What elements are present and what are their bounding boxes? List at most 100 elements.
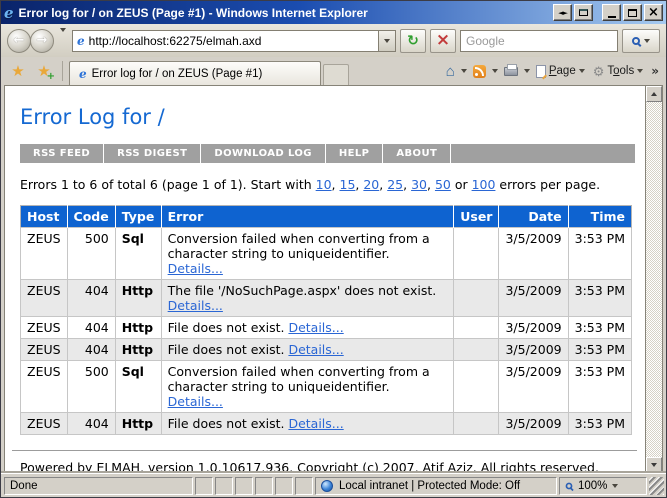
refresh-icon: ↻ (407, 32, 419, 49)
status-segment (235, 477, 253, 495)
home-icon: ⌂ (445, 62, 455, 80)
cell-code: 404 (66, 279, 116, 317)
refresh-button[interactable]: ↻ (400, 28, 426, 53)
column-header-host[interactable]: Host (20, 205, 68, 228)
details-link[interactable]: Details... (288, 416, 343, 431)
column-header-user[interactable]: User (453, 205, 500, 228)
tools-menu-button[interactable]: ⚙ Tools (591, 63, 646, 80)
navbar-item[interactable]: HELP (326, 144, 384, 163)
page-size-link[interactable]: 100 (472, 177, 496, 192)
cell-error: File does not exist. Details... (160, 412, 455, 435)
cell-host: ZEUS (20, 360, 68, 413)
scroll-down-button[interactable] (646, 457, 662, 473)
elmah-navbar: RSS FEED RSS DIGEST DOWNLOAD LOG HELP ABOUT (20, 144, 635, 163)
zoom-control[interactable]: 100% (559, 477, 647, 495)
minimize-button[interactable] (602, 4, 621, 21)
favorites-button[interactable]: ★ (6, 59, 30, 83)
separator (62, 61, 63, 81)
page-content: Error Log for / RSS FEED RSS DIGEST DOWNLO… (5, 86, 645, 473)
stop-button[interactable]: × (430, 28, 456, 53)
cell-type: Http (114, 279, 162, 317)
details-link[interactable]: Details... (288, 320, 343, 335)
table-row: ZEUS 404 Http File does not exist. Details.… (20, 412, 633, 435)
cell-date: 3/5/2009 (498, 412, 569, 435)
forward-button[interactable]: → (30, 28, 54, 53)
table-header-row: Host Code Type Error User Date Time (20, 205, 633, 228)
navbar-item[interactable]: RSS FEED (20, 144, 105, 163)
page-title: Error Log for / (20, 105, 165, 129)
page-size-link[interactable]: 10 (316, 177, 332, 192)
cell-date: 3/5/2009 (498, 360, 569, 413)
rss-feed-icon (472, 64, 486, 78)
chevron-down-icon[interactable] (523, 69, 530, 73)
chevron-down-icon (578, 69, 585, 73)
footer-text: Powered by ELMAH, version 1.0.10617.936.… (20, 459, 635, 473)
column-header-code[interactable]: Code (67, 205, 116, 228)
status-segment (195, 477, 213, 495)
left-right-arrows-icon: ◄► (558, 8, 568, 17)
tab-command-bar: ★ ★ e Error log for / on ZEUS (Page #1) … (1, 57, 666, 85)
search-icon (632, 36, 640, 45)
page-size-link[interactable]: 30 (411, 177, 427, 192)
cell-time: 3:53 PM (567, 412, 633, 435)
new-tab-stub[interactable] (323, 64, 349, 85)
print-button[interactable] (502, 63, 520, 78)
table-row: ZEUS 500 Sql Conversion failed when convert… (20, 360, 633, 413)
popout-button[interactable] (574, 4, 593, 21)
home-button[interactable]: ⌂ (444, 62, 457, 81)
cell-code: 500 (66, 227, 116, 280)
chevron-down-icon[interactable] (491, 69, 498, 73)
scroll-up-button[interactable] (646, 86, 662, 102)
column-header-time[interactable]: Time (568, 205, 633, 228)
history-dropdown-button[interactable] (60, 27, 66, 50)
toolbar-overflow-button[interactable]: » (649, 64, 661, 78)
navbar-item[interactable]: RSS DIGEST (104, 144, 202, 163)
triangle-up-icon (651, 92, 657, 96)
minimize-icon (607, 15, 616, 18)
chevron-down-icon[interactable] (460, 69, 467, 73)
resize-toggle-button[interactable]: ◄► (553, 4, 572, 21)
close-button[interactable]: × (644, 4, 663, 21)
back-button[interactable]: ← (7, 28, 31, 53)
chevron-down-icon (612, 484, 619, 488)
vertical-scrollbar[interactable] (645, 86, 662, 473)
url-input[interactable] (88, 33, 374, 48)
add-favorite-button[interactable]: ★ (32, 59, 56, 83)
details-link[interactable]: Details... (168, 261, 223, 276)
column-header-error[interactable]: Error (161, 205, 455, 228)
search-button[interactable] (622, 28, 660, 53)
search-input[interactable] (464, 32, 614, 49)
maximize-button[interactable] (623, 4, 642, 21)
feeds-button[interactable] (471, 63, 488, 80)
cell-time: 3:53 PM (567, 360, 633, 413)
tab-title: Error log for / on ZEUS (Page #1) (91, 67, 263, 80)
cell-error: The file '/NoSuchPage.aspx' does not exi… (160, 279, 455, 317)
table-row: ZEUS 404 Http File does not exist. Details.… (20, 338, 633, 361)
details-link[interactable]: Details... (288, 342, 343, 357)
details-link[interactable]: Details... (168, 298, 223, 313)
cell-error: File does not exist. Details... (160, 316, 455, 339)
page-size-link[interactable]: 20 (363, 177, 379, 192)
command-bar: ⌂ Page ⚙ Tools » (444, 62, 661, 81)
column-header-date[interactable]: Date (498, 205, 569, 228)
navbar-item[interactable]: DOWNLOAD LOG (201, 144, 326, 163)
page-size-link[interactable]: 25 (387, 177, 403, 192)
cell-host: ZEUS (20, 316, 68, 339)
tab-error-log[interactable]: e Error log for / on ZEUS (Page #1) (69, 61, 321, 85)
navbar-item[interactable]: ABOUT (383, 144, 452, 163)
cell-host: ZEUS (20, 412, 68, 435)
page-menu-button[interactable]: Page (534, 63, 587, 80)
popout-icon (579, 9, 588, 16)
elmah-link[interactable]: ELMAH (96, 460, 140, 473)
address-dropdown-button[interactable] (378, 30, 395, 51)
cell-time: 3:53 PM (567, 279, 633, 317)
column-header-type[interactable]: Type (115, 205, 162, 228)
page-size-link[interactable]: 15 (340, 177, 356, 192)
resize-grip[interactable] (649, 477, 664, 495)
details-link[interactable]: Details... (168, 394, 223, 409)
status-segment (295, 477, 313, 495)
maximize-icon (628, 8, 637, 17)
status-segment (255, 477, 273, 495)
page-size-link[interactable]: 50 (435, 177, 451, 192)
search-box (460, 29, 618, 52)
